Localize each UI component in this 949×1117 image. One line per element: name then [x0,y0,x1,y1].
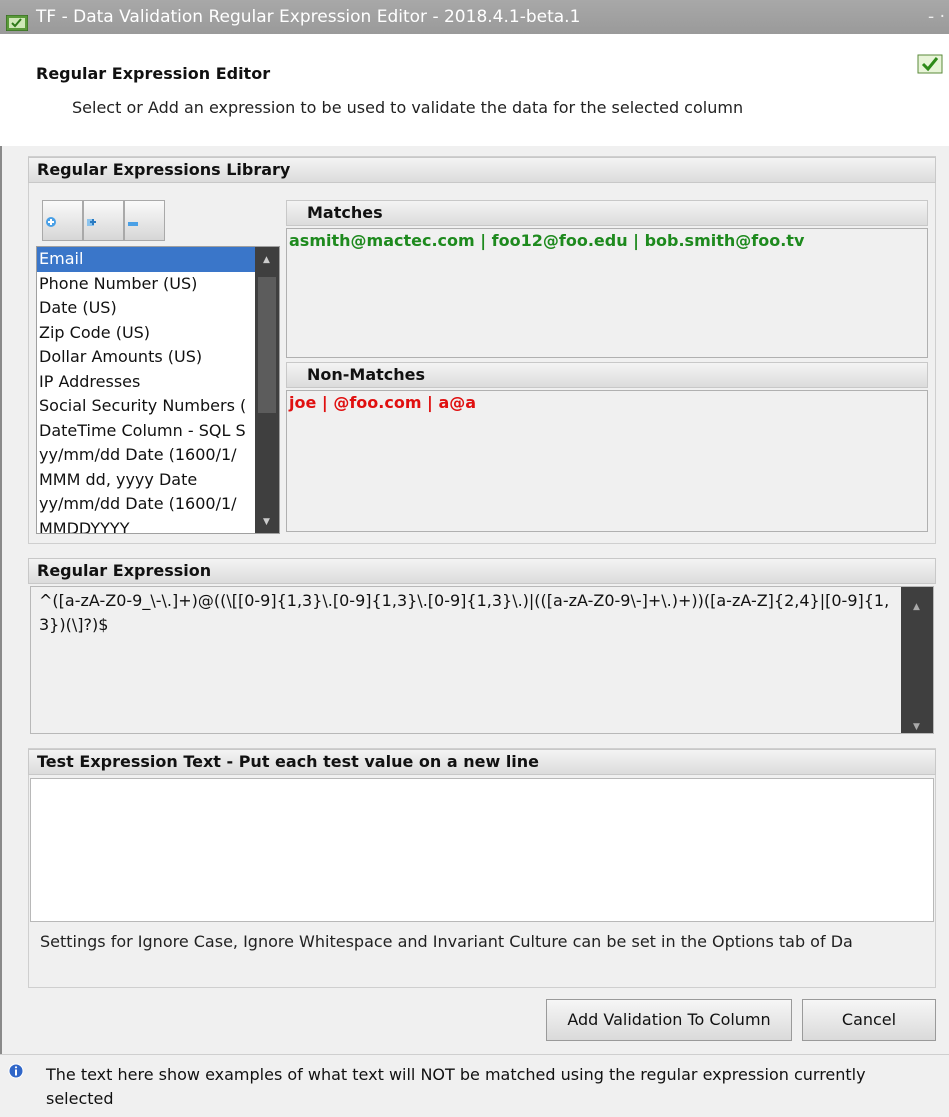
validation-check-icon [917,54,943,78]
page-subtitle: Select or Add an expression to be used t… [72,98,744,117]
list-item[interactable]: Email [37,247,255,272]
status-text: The text here show examples of what text… [46,1065,866,1108]
list-scrollbar[interactable]: ▲ ▼ [255,247,279,533]
list-item[interactable]: MMM dd, yyyy Date [37,468,255,493]
nonmatches-text: joe | @foo.com | a@a [289,393,477,412]
matches-text: asmith@mactec.com | foo12@foo.edu | bob.… [289,231,805,250]
scroll-up-icon[interactable]: ▲ [913,595,920,619]
add-icon [45,213,57,232]
regex-input[interactable]: ^([a-zA-Z0-9_\-\.]+)@((\[[0-9]{1,3}\.[0-… [30,586,934,734]
list-item[interactable]: DateTime Column - SQL S [37,419,255,444]
title-bar[interactable]: TF - Data Validation Regular Expression … [0,0,949,34]
library-heading: Regular Expressions Library [28,157,936,183]
editor-header: Regular Expression Editor Select or Add … [0,34,949,146]
list-item[interactable]: Dollar Amounts (US) [37,345,255,370]
status-bar: The text here show examples of what text… [0,1054,949,1117]
list-item[interactable]: Zip Code (US) [37,321,255,346]
settings-note: Settings for Ignore Case, Ignore Whitesp… [40,932,853,951]
duplicate-expression-button[interactable] [83,200,124,241]
test-heading: Test Expression Text - Put each test val… [28,749,936,775]
nonmatches-heading: Non-Matches [286,362,928,388]
remove-icon [127,214,139,233]
list-item[interactable]: MMDDYYYY [37,517,255,534]
scrollbar-thumb[interactable] [258,277,276,413]
add-validation-button[interactable]: Add Validation To Column [546,999,792,1041]
page-title: Regular Expression Editor [36,64,271,83]
cancel-button[interactable]: Cancel [802,999,936,1041]
window-left-edge [0,34,2,1117]
test-text-input[interactable] [30,778,934,922]
regex-value: ^([a-zA-Z0-9_\-\.]+)@((\[[0-9]{1,3}\.[0-… [39,591,890,634]
add-expression-button[interactable] [42,200,83,241]
regex-heading: Regular Expression [28,558,936,584]
scroll-down-icon[interactable]: ▼ [913,715,920,739]
matches-heading: Matches [286,200,928,226]
list-item[interactable]: yy/mm/dd Date (1600/1/ [37,443,255,468]
remove-expression-button[interactable] [124,200,165,241]
window-controls[interactable]: - · [928,0,945,34]
window-title: TF - Data Validation Regular Expression … [36,7,581,27]
list-item[interactable]: Phone Number (US) [37,272,255,297]
matches-box: asmith@mactec.com | foo12@foo.edu | bob.… [286,228,928,358]
scroll-down-icon[interactable]: ▼ [263,517,270,527]
list-item[interactable]: IP Addresses [37,370,255,395]
regex-scrollbar[interactable]: ▲ ▼ [901,587,933,733]
info-icon [8,1063,24,1083]
scroll-up-icon[interactable]: ▲ [263,255,270,265]
list-item[interactable]: Date (US) [37,296,255,321]
list-item[interactable]: Social Security Numbers ( [37,394,255,419]
list-item[interactable]: yy/mm/dd Date (1600/1/ [37,492,255,517]
expression-list[interactable]: Email Phone Number (US) Date (US) Zip Co… [36,246,280,534]
duplicate-icon [86,213,98,232]
nonmatches-box: joe | @foo.com | a@a [286,390,928,532]
